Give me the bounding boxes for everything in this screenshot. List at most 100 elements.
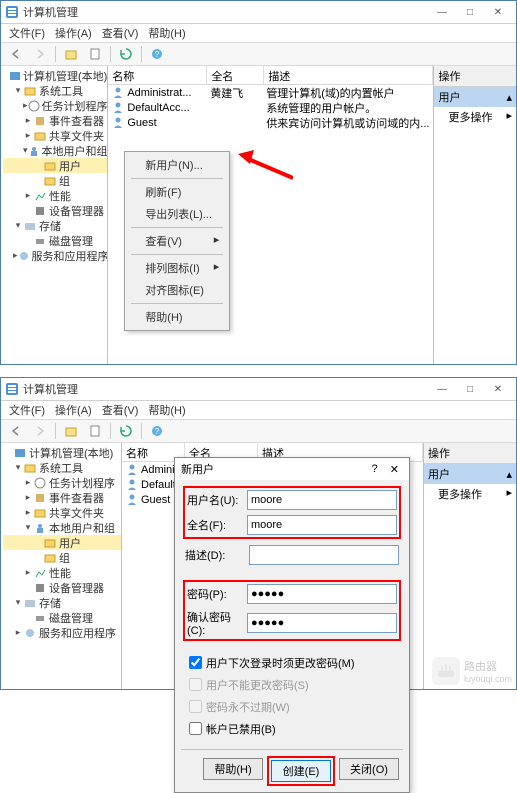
dialog-close-button[interactable]: ✕ [386, 463, 403, 476]
tree-disk-management[interactable]: 磁盘管理 [3, 610, 121, 625]
tree-services[interactable]: ▸服务和应用程序 [3, 625, 121, 640]
menu-file[interactable]: 文件(F) [5, 24, 49, 42]
minimize-button[interactable]: — [428, 3, 456, 21]
help-button[interactable]: ? [146, 421, 168, 441]
titlebar[interactable]: 计算机管理 — □ ✕ [1, 378, 516, 401]
dialog-help-button[interactable]: 帮助(H) [203, 758, 263, 780]
menu-file[interactable]: 文件(F) [5, 401, 49, 419]
col-desc[interactable]: 描述 [264, 66, 433, 84]
tree-users[interactable]: 用户 [3, 158, 107, 173]
user-icon [126, 463, 139, 476]
tree-services[interactable]: ▸服务和应用程序 [3, 248, 107, 263]
window-title: 计算机管理 [23, 381, 428, 397]
cm-view[interactable]: 查看(V)▸ [127, 230, 227, 252]
list-row[interactable]: DefaultAcc... 系统管理的用户帐户。 [108, 100, 433, 115]
create-button[interactable]: 创建(E) [271, 760, 331, 782]
tree-groups[interactable]: 组 [3, 173, 107, 188]
properties-button[interactable] [84, 44, 106, 64]
titlebar[interactable]: 计算机管理 — □ ✕ [1, 1, 516, 24]
dialog-title: 新用户 [181, 461, 364, 477]
cm-align[interactable]: 对齐图标(E) [127, 279, 227, 301]
col-name[interactable]: 名称 [108, 66, 207, 84]
tree-event-viewer[interactable]: ▸事件查看器 [3, 490, 121, 505]
chk-never-expires [189, 700, 202, 713]
user-icon [112, 116, 125, 129]
tree-storage[interactable]: ▾存储 [3, 595, 121, 610]
menu-action[interactable]: 操作(A) [51, 401, 96, 419]
tree-event-viewer[interactable]: ▸事件查看器 [3, 113, 107, 128]
col-fullname[interactable]: 全名 [207, 66, 264, 84]
dialog-titlebar[interactable]: 新用户 ? ✕ [175, 458, 409, 480]
action-more[interactable]: 更多操作▸ [434, 107, 516, 127]
cm-refresh[interactable]: 刷新(F) [127, 181, 227, 203]
tree-groups[interactable]: 组 [3, 550, 121, 565]
properties-button[interactable] [84, 421, 106, 441]
cm-new-user[interactable]: 新用户(N)... [127, 154, 227, 176]
close-dialog-button[interactable]: 关闭(O) [339, 758, 399, 780]
close-button[interactable]: ✕ [484, 3, 512, 21]
menu-view[interactable]: 查看(V) [98, 401, 143, 419]
username-field[interactable] [247, 490, 397, 510]
forward-button[interactable] [29, 421, 51, 441]
action-selected[interactable]: 用户▴ [424, 464, 516, 484]
fullname-field[interactable] [247, 515, 397, 535]
annotation-red-box-1: 用户名(U): 全名(F): [183, 486, 401, 539]
menu-help[interactable]: 帮助(H) [144, 24, 189, 42]
user-icon [126, 478, 139, 491]
menu-help[interactable]: 帮助(H) [144, 401, 189, 419]
up-button[interactable] [60, 44, 82, 64]
tree-local-users[interactable]: ▾本地用户和组 [3, 143, 107, 158]
refresh-button[interactable] [115, 421, 137, 441]
maximize-button[interactable]: □ [456, 3, 484, 21]
tree-device-manager[interactable]: 设备管理器 [3, 203, 107, 218]
tree-performance[interactable]: ▸性能 [3, 188, 107, 203]
tree-shared-folders[interactable]: ▸共享文件夹 [3, 128, 107, 143]
tree-system-tools[interactable]: ▾系统工具 [3, 460, 121, 475]
menubar: 文件(F) 操作(A) 查看(V) 帮助(H) [1, 24, 516, 42]
description-field[interactable] [249, 545, 399, 565]
back-button[interactable] [5, 421, 27, 441]
fullname-label: 全名(F): [187, 517, 247, 533]
user-icon [112, 86, 125, 99]
action-more[interactable]: 更多操作▸ [424, 484, 516, 504]
tree-task-scheduler[interactable]: ▸任务计划程序 [3, 475, 121, 490]
chk-must-change[interactable] [189, 656, 202, 669]
up-button[interactable] [60, 421, 82, 441]
toolbar: ? [1, 42, 516, 66]
annotation-arrow [238, 150, 293, 180]
action-selected[interactable]: 用户▴ [434, 87, 516, 107]
tree-pane: 计算机管理(本地) ▾系统工具 ▸任务计划程序 ▸事件查看器 ▸共享文件夹 ▾本… [1, 443, 122, 689]
tree-users[interactable]: 用户 [3, 535, 121, 550]
chk-disabled[interactable] [189, 722, 202, 735]
menu-action[interactable]: 操作(A) [51, 24, 96, 42]
close-button[interactable]: ✕ [484, 380, 512, 398]
list-pane: 名称 全名 描述 Administrat... 黄建飞 管理计算机(域)的内置帐… [108, 66, 433, 364]
forward-button[interactable] [29, 44, 51, 64]
svg-text:?: ? [155, 50, 160, 59]
tree-shared-folders[interactable]: ▸共享文件夹 [3, 505, 121, 520]
cm-arrange[interactable]: 排列图标(I)▸ [127, 257, 227, 279]
maximize-button[interactable]: □ [456, 380, 484, 398]
tree-disk-management[interactable]: 磁盘管理 [3, 233, 107, 248]
tree-task-scheduler[interactable]: ▸任务计划程序 [3, 98, 107, 113]
refresh-button[interactable] [115, 44, 137, 64]
list-row[interactable]: Guest 供来宾访问计算机或访问域的内... [108, 115, 433, 130]
cm-help[interactable]: 帮助(H) [127, 306, 227, 328]
list-row[interactable]: Administrat... 黄建飞 管理计算机(域)的内置帐户 [108, 85, 433, 100]
tree-root[interactable]: 计算机管理(本地) [3, 68, 107, 83]
menu-view[interactable]: 查看(V) [98, 24, 143, 42]
password-field[interactable] [247, 584, 397, 604]
confirm-password-field[interactable] [247, 613, 397, 633]
help-button[interactable]: ? [146, 44, 168, 64]
tree-storage[interactable]: ▾存储 [3, 218, 107, 233]
chevron-up-icon: ▴ [506, 468, 512, 481]
tree-device-manager[interactable]: 设备管理器 [3, 580, 121, 595]
tree-performance[interactable]: ▸性能 [3, 565, 121, 580]
cm-export[interactable]: 导出列表(L)... [127, 203, 227, 225]
minimize-button[interactable]: — [428, 380, 456, 398]
tree-local-users[interactable]: ▾本地用户和组 [3, 520, 121, 535]
tree-root[interactable]: 计算机管理(本地) [3, 445, 121, 460]
back-button[interactable] [5, 44, 27, 64]
tree-system-tools[interactable]: ▾系统工具 [3, 83, 107, 98]
dialog-help-button[interactable]: ? [364, 463, 386, 475]
